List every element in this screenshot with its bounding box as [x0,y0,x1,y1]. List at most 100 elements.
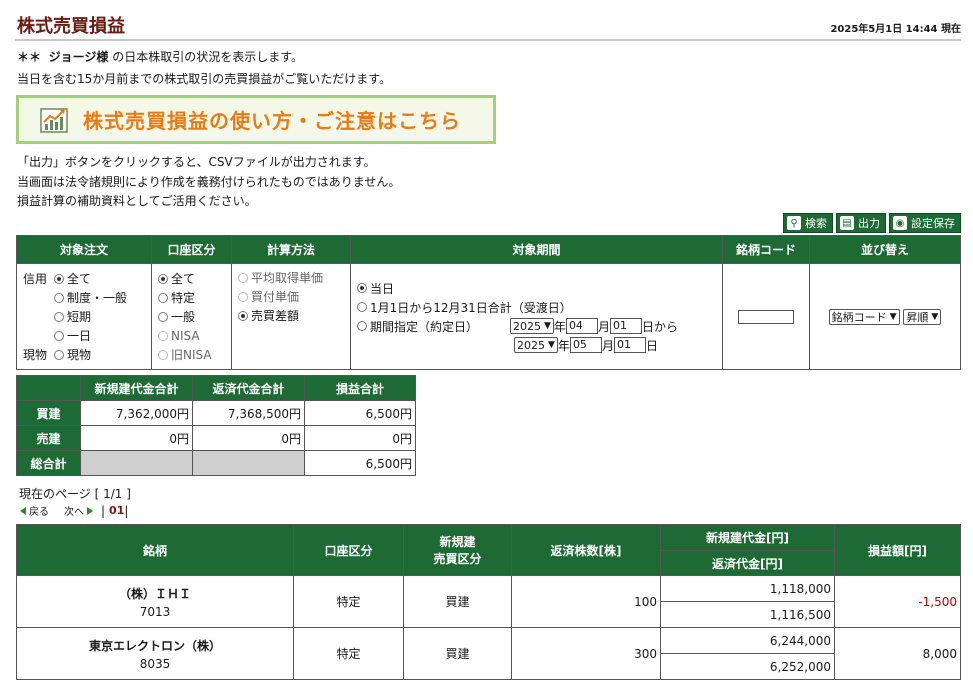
radio-label: 期間指定（約定日） [370,319,479,334]
radio-label: 当日 [370,281,395,296]
user-name: ジョージ様 [48,50,109,64]
datetime-label: 2025年5月1日 14:44 現在 [830,24,961,35]
sort-order-value: 昇順 [906,310,929,324]
from-day-input[interactable]: 01 [609,318,642,334]
summary-pl: 6,500円 [304,450,416,476]
search-conditions-table: 対象注文 口座区分 計算方法 対象期間 銘柄コード 並び替え 信用 全て 制度・… [16,235,961,370]
header-stock-code: 銘柄コード [722,235,810,264]
to-day-suffix: 日 [645,338,658,353]
sort-order-select[interactable]: 昇順 ▼ [903,308,942,325]
search-button[interactable]: ⚲ 検索 [783,213,833,233]
results-header-qty: 返済株数[株] [511,524,661,576]
summary-new: 7,362,000円 [80,400,193,426]
stock-name: （株）ＩＨＩ [118,586,191,601]
summary-table: 新規建代金合計 返済代金合計 損益合計 買建 7,362,000円 7,368,… [16,375,416,476]
summary-row: 総合計 6,500円 [16,450,416,476]
help-banner-text: 株式売買損益の使い方・ご注意はこちら [83,109,461,133]
note-line: 損益計算の補助資料としてご活用ください。 [17,194,257,208]
to-year-select[interactable]: 2025 ▼ [514,337,558,353]
from-year-select[interactable]: 2025 ▼ [510,318,554,334]
output-button[interactable]: ▤ 出力 [836,213,886,233]
spot-label: 現物 [23,348,48,362]
page-title: 株式売買損益 [17,16,125,37]
save-settings-button[interactable]: ◉ 設定保存 [889,213,961,233]
summary-new [80,450,193,476]
summary-repay: 0円 [192,425,305,451]
radio-account-old-nisa[interactable] [158,349,168,360]
radio-calc-purchase[interactable] [238,291,248,302]
radio-account-all[interactable] [158,273,168,284]
save-settings-label: 設定保存 [911,217,955,230]
radio-account-specific[interactable] [158,292,168,303]
header-calc-method: 計算方法 [231,235,351,264]
radio-label: 全て [67,272,92,286]
qty-cell: 100 [511,575,661,628]
results-header-new-amount: 新規建代金[円] [660,524,835,551]
page-number-link[interactable]: 01 [109,504,124,517]
radio-account-general[interactable] [158,311,168,322]
year-suffix: 年 [557,338,570,353]
intro-line-1: ＊＊ ジョージ様 の日本株取引の状況を表示します。 [17,48,303,65]
results-header-repay-amount: 返済代金[円] [660,550,835,576]
radio-label: 一般 [171,310,196,324]
results-header-trade-type: 新規建 売買区分 [403,524,512,576]
to-day-input[interactable]: 01 [613,337,646,353]
help-banner-link[interactable]: 株式売買損益の使い方・ご注意はこちら [16,95,496,144]
stock-code-input[interactable] [738,309,794,324]
sort-key-value: 銘柄コード [831,310,887,324]
qty-cell: 300 [511,627,661,680]
results-header-account: 口座区分 [293,524,404,576]
radio-calc-difference[interactable] [238,310,248,321]
pagination: 戻る 次へ | 01 | [20,503,128,518]
title-divider [15,39,961,41]
summary-repay [192,450,305,476]
results-header-name: 銘柄 [16,524,294,576]
radio-period-today[interactable] [357,283,367,293]
summary-header-new: 新規建代金合計 [80,375,193,401]
radio-label: 全て [171,272,196,286]
new-amount-cell: 1,118,000 [660,575,835,602]
trade-type-cell: 買建 [403,575,512,628]
sort-key-select[interactable]: 銘柄コード ▼ [828,308,900,325]
summary-row: 買建 7,362,000円 7,368,500円 6,500円 [16,400,416,426]
radio-period-range[interactable] [357,321,367,331]
year-suffix: 年 [553,319,566,334]
radio-credit-oneday[interactable] [54,330,64,341]
stock-cell: 東京エレクトロン（株） 8035 [16,627,294,680]
summary-pl: 6,500円 [304,400,416,426]
stock-code: 8035 [139,656,171,671]
radio-spot[interactable] [54,349,64,360]
radio-credit-standard[interactable] [54,292,64,303]
trade-type-line-1: 新規建 [439,535,476,549]
radio-label: 現物 [67,348,92,362]
chevron-down-icon: ▼ [548,340,555,350]
radio-label: 1月1日から12月31日合計（受渡日） [370,300,572,315]
results-table: 銘柄 口座区分 新規建 売買区分 返済株数[株] 新規建代金[円] 損益額[円]… [16,524,961,680]
prev-link[interactable]: 戻る [29,503,49,518]
printer-icon: ▤ [840,216,854,230]
chevron-down-icon: ▼ [544,321,551,331]
radio-credit-all[interactable] [54,273,64,284]
radio-label: 旧NISA [171,348,212,362]
summary-row-label: 総合計 [16,450,81,476]
prev-arrow-icon [20,506,26,515]
new-amount-cell: 6,244,000 [660,627,835,654]
radio-credit-short[interactable] [54,311,64,322]
radio-account-nisa[interactable] [158,330,168,341]
account-cell: 特定 [293,575,404,628]
table-row: 東京エレクトロン（株） 8035 特定 買建 300 6,244,000 8,0… [16,627,961,680]
next-link[interactable]: 次へ [64,503,84,518]
stock-code: 7013 [139,604,171,619]
stock-code-cell [722,263,810,370]
sort-cell: 銘柄コード ▼ 昇順 ▼ [809,263,961,370]
from-day-suffix: 日から [641,319,678,334]
radio-period-year-total[interactable] [357,302,367,312]
calc-method-cell: 平均取得単価 買付単価 売買差額 [231,263,351,370]
intro-line-1-text: の日本株取引の状況を表示します。 [112,50,304,64]
to-month-input[interactable]: 05 [569,337,602,353]
from-month-input[interactable]: 04 [565,318,598,334]
radio-calc-average[interactable] [238,272,248,283]
note-line: 当画面は法令諸規則により作成を義務付けられたものではありません。 [17,175,401,189]
search-icon: ⚲ [787,216,801,230]
note-line: 「出力」ボタンをクリックすると、CSVファイルが出力されます。 [17,155,376,169]
